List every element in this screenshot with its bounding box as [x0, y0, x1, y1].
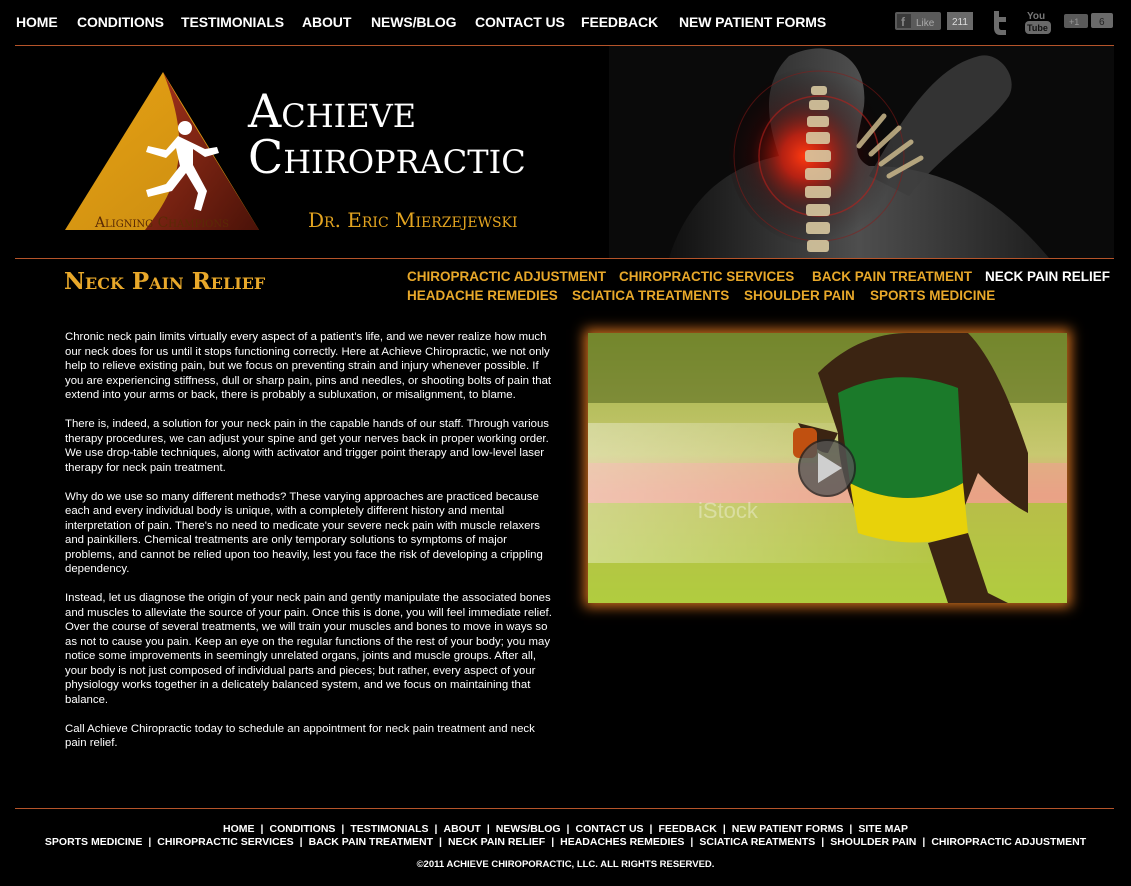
nav-new-patient-forms[interactable]: NEW PATIENT FORMS [679, 14, 826, 30]
footer-link[interactable]: FEEDBACK [659, 823, 717, 835]
subnav-back-pain-treatment[interactable]: BACK PAIN TREATMENT [812, 269, 972, 284]
video-player[interactable]: iStock [588, 333, 1067, 603]
footer-link[interactable]: NEW PATIENT FORMS [732, 823, 844, 835]
footer-service-link[interactable]: NECK PAIN RELIEF [448, 836, 545, 848]
svg-text:+1: +1 [1069, 17, 1079, 27]
footer-separator: | [260, 823, 264, 835]
subnav-headache-remedies[interactable]: HEADACHE REMEDIES [407, 288, 558, 303]
footer-service-link[interactable]: CHIROPRACTIC SERVICES [157, 836, 293, 848]
nav-testimonials[interactable]: TESTIMONIALS [181, 14, 284, 30]
footer-separator: | [434, 823, 438, 835]
subnav-chiropractic-services[interactable]: CHIROPRACTIC SERVICES [619, 269, 794, 284]
copyright: ©2011 ACHIEVE CHIROPORACTIC, LLC. ALL RI… [416, 859, 715, 870]
paragraph: Call Achieve Chiropractic today to sched… [65, 722, 535, 750]
footer-link[interactable]: CONTACT US [575, 823, 643, 835]
footer-separator: | [439, 836, 442, 848]
site-header: Aligning Champions Achieve Chiropractic … [15, 46, 1114, 258]
svg-text:Tube: Tube [1027, 23, 1048, 33]
footer-service-link[interactable]: BACK PAIN TREATMENT [309, 836, 433, 848]
twitter-icon [994, 11, 1006, 35]
footer-separator: | [849, 823, 853, 835]
footer-separator: | [821, 836, 825, 848]
subnav-sciatica-treatments[interactable]: SCIATICA TREATMENTS [572, 288, 729, 303]
footer-service-link[interactable]: CHIROPRACTIC ADJUSTMENT [931, 836, 1086, 848]
footer-link[interactable]: HOME [223, 823, 255, 835]
footer-separator: | [566, 823, 570, 835]
nav-home[interactable]: HOME [16, 14, 58, 30]
title-divider [15, 258, 1114, 259]
google-plus-icon: +1 6 [1064, 13, 1113, 28]
youtube-icon: You Tube [1025, 11, 1051, 34]
footer-separator: | [690, 836, 694, 848]
subnav-sports-medicine[interactable]: SPORTS MEDICINE [870, 288, 995, 303]
like-count: 211 [952, 17, 968, 28]
footer-separator: | [551, 836, 555, 848]
nav-about[interactable]: ABOUT [302, 14, 351, 30]
google-plus-button[interactable]: +1 6 [1064, 8, 1114, 36]
youtube-button[interactable]: You Tube [1024, 8, 1054, 36]
footer-separator: | [148, 836, 152, 848]
footer-service-link[interactable]: SPORTS MEDICINE [45, 836, 142, 848]
footer-link[interactable]: NEWS/BLOG [496, 823, 561, 835]
paragraph: Why do we use so many different methods?… [65, 490, 543, 576]
brand-name: Achieve Chiropractic [248, 84, 526, 184]
logo-tagline: Aligning Champions [94, 215, 229, 231]
nav-feedback[interactable]: FEEDBACK [581, 14, 658, 30]
footer-divider [15, 808, 1114, 809]
subnav-neck-pain-relief[interactable]: NECK PAIN RELIEF [985, 269, 1110, 284]
nav-contact-us[interactable]: CONTACT US [475, 14, 565, 30]
footer-link[interactable]: CONDITIONS [269, 823, 335, 835]
facebook-icon: f Like 211 [895, 12, 973, 30]
svg-text:You: You [1027, 11, 1045, 22]
logo-triangle-icon: Aligning Champions [65, 72, 259, 231]
doctor-name: Dr. Eric Mierzejewski [308, 208, 518, 232]
logo[interactable]: Aligning Champions [65, 72, 261, 237]
footer-link[interactable]: TESTIMONIALS [350, 823, 428, 835]
facebook-like-button[interactable]: f Like 211 [895, 8, 975, 36]
footer-nav-services: SPORTS MEDICINE | CHIROPRACTIC SERVICES | BA… [0, 836, 1131, 848]
article-body: Chronic neck pain limits virtually every… [65, 330, 553, 765]
like-label: Like [916, 18, 935, 29]
paragraph: Instead, let us diagnose the origin of y… [65, 592, 552, 706]
footer-separator: | [922, 836, 926, 848]
footer-link[interactable]: SITE MAP [858, 823, 908, 835]
subnav-chiropractic-adjustment[interactable]: CHIROPRACTIC ADJUSTMENT [407, 269, 606, 284]
svg-text:6: 6 [1099, 17, 1105, 28]
footer-service-link[interactable]: HEADACHES REMEDIES [560, 836, 684, 848]
play-icon[interactable] [798, 439, 856, 497]
page-title: Neck Pain Relief [64, 268, 266, 295]
footer-separator: | [722, 823, 726, 835]
nav-conditions[interactable]: CONDITIONS [77, 14, 164, 30]
twitter-button[interactable] [988, 8, 1012, 36]
footer-link[interactable]: ABOUT [443, 823, 480, 835]
hero-image [609, 46, 1114, 258]
video-watermark: iStock [698, 498, 759, 523]
footer-service-link[interactable]: SCIATICA REATMENTS [699, 836, 815, 848]
nav-news-blog[interactable]: NEWS/BLOG [371, 14, 457, 30]
subnav-shoulder-pain[interactable]: SHOULDER PAIN [744, 288, 855, 303]
paragraph: There is, indeed, a solution for your ne… [65, 418, 549, 474]
footer-separator: | [486, 823, 490, 835]
footer-service-link[interactable]: SHOULDER PAIN [830, 836, 916, 848]
footer-separator: | [341, 823, 345, 835]
footer-nav-primary: HOME | CONDITIONS | TESTIMONIALS | ABOUT | NEWS/… [0, 823, 1131, 835]
footer-separator: | [649, 823, 653, 835]
paragraph: Chronic neck pain limits virtually every… [65, 331, 552, 401]
footer-separator: | [299, 836, 303, 848]
